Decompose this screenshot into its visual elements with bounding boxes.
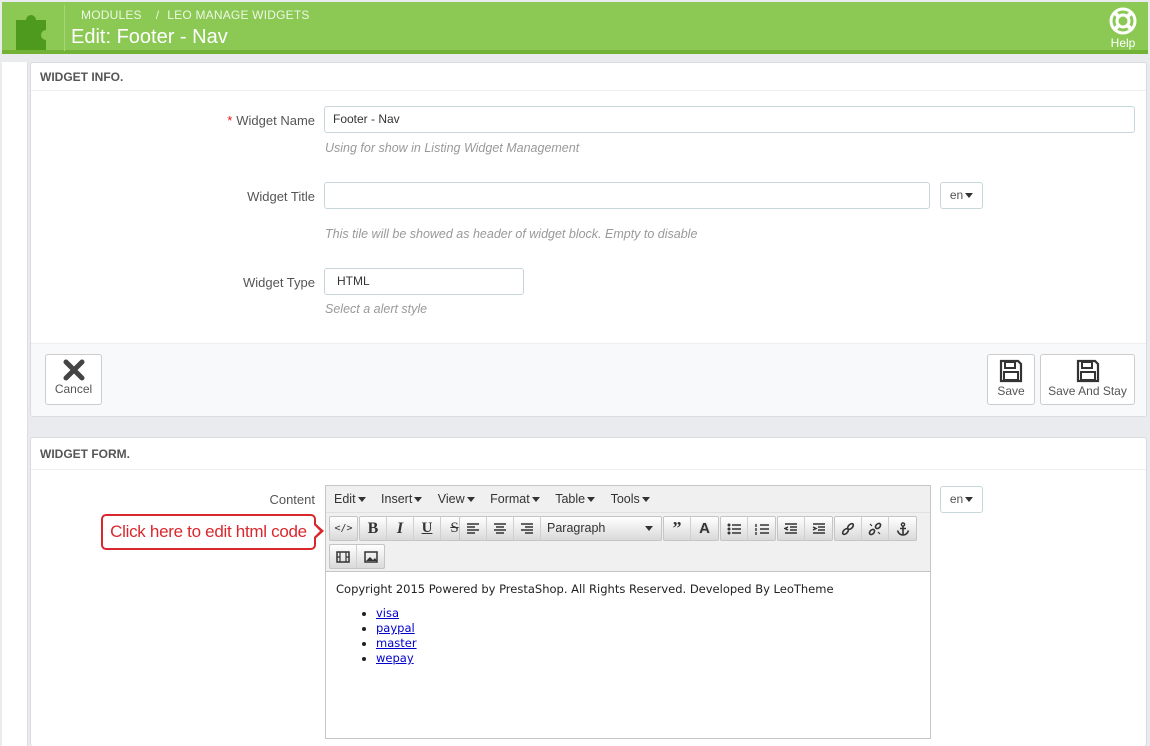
help-label: Help (1110, 36, 1136, 50)
save-and-stay-button[interactable]: Save And Stay (1040, 354, 1135, 405)
menu-view[interactable]: View (438, 492, 475, 506)
widget-name-help: Using for show in Listing Widget Managem… (325, 141, 580, 155)
breadcrumb: MODULES / LEO MANAGE WIDGETS (81, 8, 310, 22)
copyright-text: Copyright 2015 Powered by PrestaShop. Al… (336, 582, 834, 596)
rich-text-editor[interactable]: Edit Insert View Format Table Tools </> … (325, 485, 931, 739)
indent-icon[interactable] (805, 517, 832, 540)
left-sidebar (2, 62, 28, 746)
cancel-button[interactable]: Cancel (45, 354, 102, 405)
menu-table[interactable]: Table (555, 492, 596, 506)
image-icon[interactable] (357, 545, 384, 568)
bullet-list-icon[interactable] (721, 517, 748, 540)
floppy-disk-icon (1076, 359, 1099, 383)
widget-type-select[interactable]: HTML (324, 268, 524, 295)
help-button[interactable]: Help (1106, 7, 1140, 50)
content-language-button[interactable]: en (940, 486, 983, 513)
widget-title-language-button[interactable]: en (940, 182, 983, 209)
widget-title-label: Widget Title (247, 189, 315, 204)
list-item: paypal (376, 621, 920, 636)
links-list: visa paypal master wepay (376, 606, 920, 666)
align-right-icon[interactable] (514, 517, 541, 540)
widget-form-heading: WIDGET FORM. (31, 438, 1146, 470)
widget-title-input[interactable] (324, 182, 930, 209)
editor-content[interactable]: Copyright 2015 Powered by PrestaShop. Al… (326, 572, 930, 676)
puzzle-icon (12, 6, 58, 50)
master-link[interactable]: master (376, 636, 417, 650)
content-label: Content (269, 492, 315, 507)
editor-menubar: Edit Insert View Format Table Tools (326, 486, 930, 513)
page-header: MODULES / LEO MANAGE WIDGETS Edit: Footer … (2, 2, 1148, 54)
caret-down-icon (965, 497, 974, 503)
italic-icon[interactable]: I (387, 517, 414, 540)
list-item: wepay (376, 651, 920, 666)
menu-insert[interactable]: Insert (381, 492, 423, 506)
panel-footer: Cancel Save Save And Stay (31, 343, 1146, 416)
widget-type-help: Select a alert style (325, 302, 428, 316)
caret-down-icon (965, 193, 974, 199)
save-button[interactable]: Save (987, 354, 1035, 405)
align-center-icon[interactable] (487, 517, 514, 540)
format-select[interactable]: Paragraph (541, 517, 661, 540)
outdent-icon[interactable] (778, 517, 805, 540)
callout-annotation: Click here to edit html code (101, 514, 316, 550)
paypal-link[interactable]: paypal (376, 621, 415, 635)
widget-info-heading: WIDGET INFO. (31, 63, 1146, 91)
floppy-disk-icon (999, 359, 1023, 383)
widget-name-label: * Widget Name (227, 113, 315, 128)
breadcrumb-leo-manage-widgets[interactable]: LEO MANAGE WIDGETS (167, 8, 309, 22)
editor-toolbar: </> B I U S Paragraph ” A (326, 513, 930, 572)
text-color-icon[interactable]: A (691, 517, 718, 540)
anchor-icon[interactable] (889, 517, 916, 540)
breadcrumb-modules[interactable]: MODULES (81, 8, 142, 22)
bold-icon[interactable]: B (360, 517, 387, 540)
list-item: visa (376, 606, 920, 621)
wepay-link[interactable]: wepay (376, 651, 414, 665)
close-icon (63, 359, 84, 381)
menu-tools[interactable]: Tools (611, 492, 650, 506)
page-title: Edit: Footer - Nav (71, 26, 228, 48)
numbered-list-icon[interactable] (748, 517, 775, 540)
widget-info-panel: WIDGET INFO. * Widget Name Footer - Nav U… (30, 62, 1147, 417)
link-icon[interactable] (835, 517, 862, 540)
unlink-icon[interactable] (862, 517, 889, 540)
widget-form-panel: WIDGET FORM. Content en Edit Insert View… (30, 437, 1147, 746)
list-item: master (376, 636, 920, 651)
video-icon[interactable] (330, 545, 357, 568)
blockquote-icon[interactable]: ” (664, 517, 691, 540)
source-code-icon[interactable]: </> (330, 517, 357, 540)
widget-name-input[interactable]: Footer - Nav (324, 106, 1135, 133)
widget-type-label: Widget Type (242, 275, 315, 290)
lifebuoy-icon (1109, 7, 1137, 35)
underline-icon[interactable]: U (414, 517, 441, 540)
visa-link[interactable]: visa (376, 606, 399, 620)
required-mark: * (227, 113, 233, 128)
menu-edit[interactable]: Edit (334, 492, 366, 506)
caret-down-icon (645, 526, 653, 531)
align-left-icon[interactable] (460, 517, 487, 540)
widget-title-help: This tile will be showed as header of wi… (325, 227, 698, 241)
menu-format[interactable]: Format (490, 492, 540, 506)
